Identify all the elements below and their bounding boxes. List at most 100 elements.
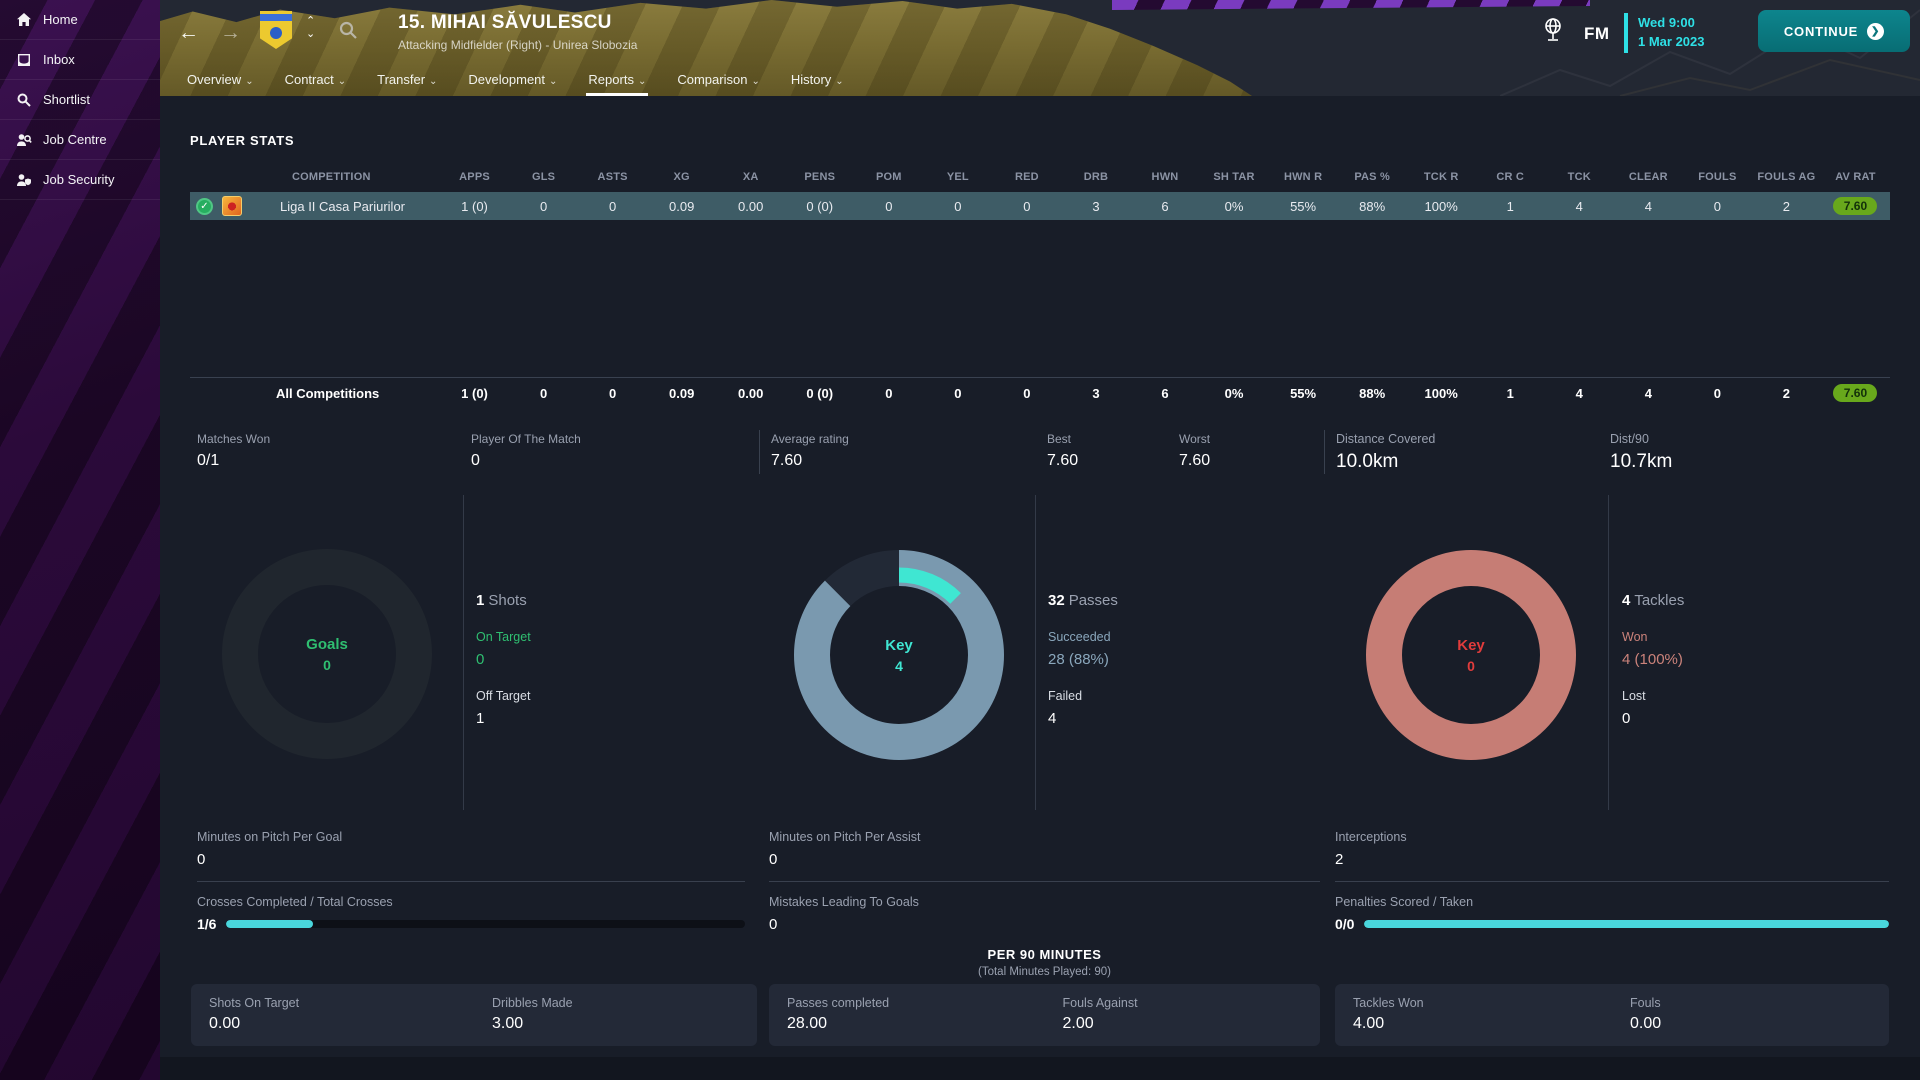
search-icon[interactable] (338, 20, 358, 45)
detail-stats-column-right: Interceptions 2 Penalties Scored / Taken… (1335, 830, 1889, 932)
stat-cell: 0 (1023, 385, 1031, 401)
divider (1324, 430, 1325, 474)
tab-development[interactable]: Development ⌄ (466, 72, 559, 96)
fm-globe-icon (1542, 17, 1564, 48)
tab-overview[interactable]: Overview ⌄ (185, 72, 256, 96)
tab-comparison[interactable]: Comparison ⌄ (675, 72, 761, 96)
job-security-icon (17, 173, 31, 186)
column-header[interactable]: HWN (1130, 171, 1199, 183)
column-header[interactable]: PENS (785, 171, 854, 183)
selected-check-icon: ✓ (196, 197, 213, 215)
crosses-progress-bar (226, 920, 745, 928)
stat-cell: 1 (1506, 385, 1514, 401)
chevron-down-icon: ⌄ (751, 76, 760, 87)
passes-donut-chart: Key 4 (794, 550, 1004, 760)
stat-cell: 88% (1359, 198, 1386, 214)
clock-accent-bar (1624, 13, 1628, 53)
table-row-competition[interactable]: ✓ Liga II Casa Pariurilor 1 (0) 0 0 0.09… (190, 192, 1890, 220)
summary-distance-per-90: Dist/90 10.7km (1610, 432, 1673, 472)
stat-cell: 4 (1644, 198, 1652, 214)
detail-stats-column-middle: Minutes on Pitch Per Assist 0 Mistakes L… (769, 830, 1320, 946)
stats-table-header: COMPETITION APPS GLS ASTS XG XA PENS POM… (190, 166, 1890, 188)
column-header[interactable]: COMPETITION (190, 171, 440, 183)
column-header[interactable]: XA (716, 171, 785, 183)
column-header[interactable]: HWN R (1269, 171, 1338, 183)
divider (759, 430, 760, 474)
fm-logo[interactable]: FM (1584, 24, 1610, 44)
forward-button[interactable]: → (220, 18, 241, 48)
stat-cell: 0.09 (669, 385, 695, 401)
sidebar-item-inbox[interactable]: Inbox (0, 40, 160, 80)
sidebar-item-job-centre[interactable]: Job Centre (0, 120, 160, 160)
shots-stat-group: 1 Shots On Target 0 Off Target 1 (476, 592, 531, 727)
stat-cell: 100% (1424, 385, 1458, 401)
column-header[interactable]: DRB (1061, 171, 1130, 183)
competition-name: Liga II Casa Pariurilor (280, 198, 405, 214)
column-header[interactable]: GLS (509, 171, 578, 183)
table-row-all-competitions: All Competitions 1 (0) 0 0 0.09 0.00 0 (… (190, 377, 1890, 408)
sidebar-item-label: Job Centre (43, 132, 107, 147)
search-icon (17, 93, 31, 107)
tab-transfer[interactable]: Transfer ⌄ (375, 72, 439, 96)
back-button[interactable]: ← (178, 18, 199, 48)
clock-date: 1 Mar 2023 (1638, 34, 1705, 49)
column-header[interactable]: ASTS (578, 171, 647, 183)
sidebar: Home Inbox Shortlist Job Centre Job Secu… (0, 0, 160, 1080)
tab-history[interactable]: History ⌄ (789, 72, 846, 96)
tab-contract[interactable]: Contract ⌄ (283, 72, 349, 96)
player-tab-bar: Overview ⌄ Contract ⌄ Transfer ⌄ Developmen… (185, 72, 846, 96)
column-header[interactable]: SH TAR (1200, 171, 1269, 183)
column-header[interactable]: RED (992, 171, 1061, 183)
per90-card-passing: Passes completed 28.00 Fouls Against 2.00 (769, 984, 1320, 1046)
goals-donut-value: 0 (323, 656, 331, 673)
chevron-down-icon: ⌄ (549, 76, 558, 87)
header-purple-stripes (1112, 0, 1590, 10)
stat-cell: 0% (1224, 385, 1244, 401)
stat-cell: 100% (1424, 198, 1458, 214)
stat-cell: 0 (609, 198, 617, 214)
column-header[interactable]: AV RAT (1821, 171, 1890, 183)
stat-cell: 3 (1092, 385, 1100, 401)
chevron-down-icon: ⌄ (337, 76, 347, 87)
stat-cell: 0.00 (738, 385, 764, 401)
per90-card-shooting: Shots On Target 0.00 Dribbles Made 3.00 (191, 984, 757, 1046)
stat-cell: 2 (1782, 385, 1791, 401)
stat-cell: 0.09 (669, 198, 695, 214)
column-header[interactable]: CLEAR (1614, 171, 1683, 183)
rating-badge: 7.60 (1833, 384, 1878, 402)
summary-best-rating: Best 7.60 (1047, 432, 1079, 469)
divider (463, 495, 464, 810)
main-panel: ← → ⌃ ⌄ 15. MIHAI SĂVULESCU Attacking Mid… (160, 0, 1920, 1080)
column-header[interactable]: PAS % (1338, 171, 1407, 183)
column-header[interactable]: TCK (1545, 171, 1614, 183)
column-header[interactable]: APPS (440, 171, 509, 183)
column-header[interactable]: CR C (1476, 171, 1545, 183)
continue-button[interactable]: CONTINUE ❯ (1758, 10, 1910, 52)
tab-reports[interactable]: Reports ⌄ (586, 72, 649, 96)
chevron-down-icon: ⌄ (429, 76, 438, 87)
column-header[interactable]: YEL (923, 171, 992, 183)
sidebar-item-job-security[interactable]: Job Security (0, 160, 160, 200)
stat-cell: 0 (539, 198, 548, 214)
stat-cell: 0 (954, 198, 962, 214)
page-title-player-name: 15. MIHAI SĂVULESCU (398, 12, 612, 33)
total-row-label: All Competitions (276, 385, 380, 401)
column-header[interactable]: FOULS (1683, 171, 1752, 183)
column-header[interactable]: POM (854, 171, 923, 183)
column-header[interactable]: TCK R (1407, 171, 1476, 183)
column-header[interactable]: FOULS AG (1752, 171, 1821, 183)
club-crest[interactable] (260, 11, 292, 49)
passes-stat-group: 32 Passes Succeeded 28 (88%) Failed 4 (1048, 592, 1118, 727)
sidebar-item-home[interactable]: Home (0, 0, 160, 40)
club-switch-chevrons[interactable]: ⌃ ⌄ (306, 15, 315, 41)
summary-player-of-the-match: Player Of The Match 0 (471, 432, 581, 469)
penalties-progress-bar (1364, 920, 1889, 928)
chevron-down-icon: ⌄ (637, 76, 647, 87)
sidebar-item-shortlist[interactable]: Shortlist (0, 80, 160, 120)
passes-donut-label: Key (885, 636, 913, 654)
inbox-icon (18, 53, 30, 66)
column-header[interactable]: XG (647, 171, 716, 183)
bottom-strip (160, 1057, 1920, 1080)
stat-cell: 0 (0) (806, 198, 834, 214)
stat-cell: 0 (0) (806, 385, 834, 401)
